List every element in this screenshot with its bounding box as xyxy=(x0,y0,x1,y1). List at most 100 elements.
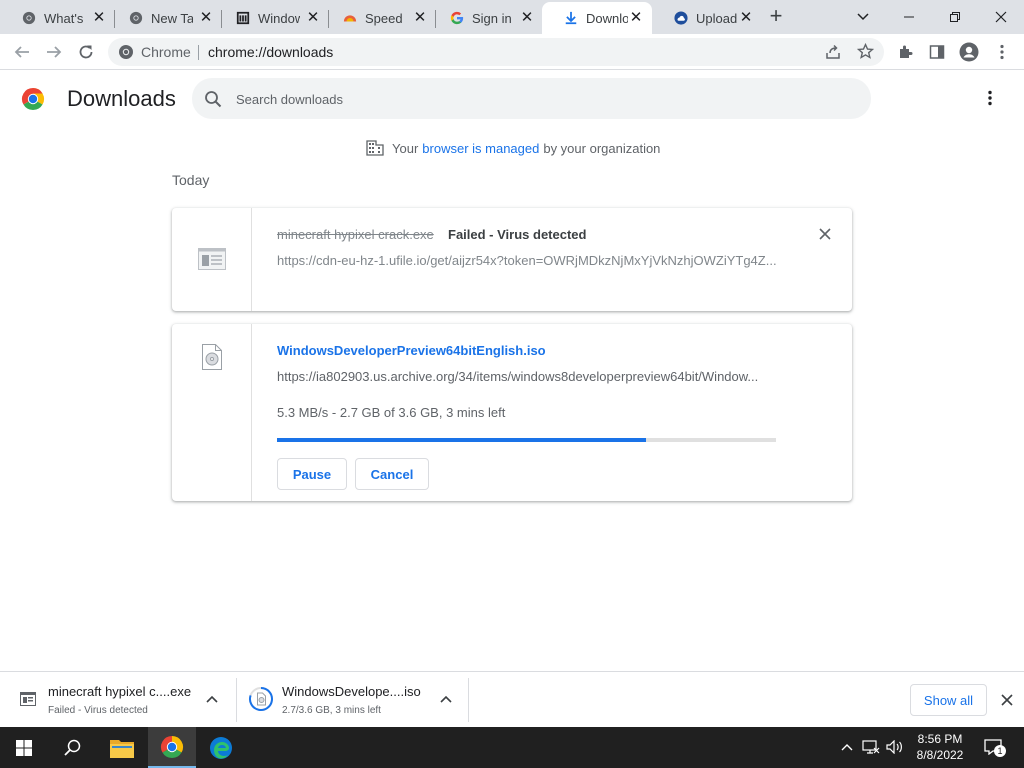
exe-file-icon xyxy=(20,692,36,706)
cancel-button[interactable]: Cancel xyxy=(355,458,429,490)
remove-from-list-button[interactable] xyxy=(817,226,833,242)
download-item-in-progress: WindowsDeveloperPreview64bitEnglish.iso … xyxy=(172,324,852,501)
download-item-failed: minecraft hypixel crack.exe Failed - Vir… xyxy=(172,208,852,311)
clock-time: 8:56 PM xyxy=(917,732,963,746)
google-icon xyxy=(450,11,464,25)
network-icon xyxy=(862,740,880,754)
address-bar[interactable]: Chrome chrome://downloads xyxy=(108,38,884,66)
shelf-separator xyxy=(468,678,469,722)
tab-new-tab[interactable]: New Tab ✕ xyxy=(107,2,222,34)
tab-title: New Tab xyxy=(151,10,193,26)
iso-file-icon xyxy=(202,344,222,370)
taskbar-file-explorer[interactable] xyxy=(98,727,146,768)
network-status[interactable] xyxy=(862,739,880,755)
building-icon xyxy=(366,140,384,156)
file-name: minecraft hypixel crack.exe xyxy=(277,227,434,242)
upload-icon xyxy=(674,11,688,25)
url-text[interactable]: chrome://downloads xyxy=(208,44,333,60)
back-button[interactable] xyxy=(10,40,34,64)
tab-title: Speed Dial xyxy=(365,10,407,26)
close-icon xyxy=(995,11,1007,23)
notification-center-button[interactable]: 1 xyxy=(984,739,1006,757)
search-icon xyxy=(63,739,80,756)
archive-icon xyxy=(236,11,250,25)
browser-toolbar: Chrome chrome://downloads xyxy=(0,34,1024,70)
extensions-button[interactable] xyxy=(894,40,918,64)
close-icon[interactable]: ✕ xyxy=(412,10,428,26)
close-icon[interactable]: ✕ xyxy=(628,10,644,26)
file-name-link[interactable]: WindowsDeveloperPreview64bitEnglish.iso xyxy=(277,343,546,358)
edge-icon xyxy=(210,736,232,759)
tab-title: Windows xyxy=(258,10,300,26)
tab-downloads[interactable]: Downloads ✕ xyxy=(542,2,652,34)
close-window-button[interactable] xyxy=(978,0,1024,34)
taskbar-edge[interactable] xyxy=(197,727,245,768)
volume-control[interactable] xyxy=(886,739,904,755)
folder-icon xyxy=(110,739,134,758)
shelf-item-in-progress[interactable]: WindowsDevelope....iso 2.7/3.6 GB, 3 min… xyxy=(236,678,468,722)
close-shelf-button[interactable] xyxy=(997,690,1017,710)
download-url[interactable]: https://ia802903.us.archive.org/34/items… xyxy=(277,369,777,384)
date-section-heading: Today xyxy=(172,172,210,188)
start-button[interactable] xyxy=(0,727,48,768)
browser-menu-button[interactable] xyxy=(990,40,1014,64)
show-all-button[interactable]: Show all xyxy=(910,684,987,716)
tab-title: Downloads xyxy=(586,10,628,26)
shelf-file-status: Failed - Virus detected xyxy=(48,705,148,716)
close-icon[interactable]: ✕ xyxy=(91,10,107,26)
shelf-item-failed[interactable]: minecraft hypixel c....exe Failed - Viru… xyxy=(0,678,236,722)
managed-suffix: by your organization xyxy=(543,140,661,156)
new-tab-button[interactable]: + xyxy=(765,5,787,28)
forward-button[interactable] xyxy=(42,40,66,64)
taskbar-search-button[interactable] xyxy=(48,727,96,768)
close-icon xyxy=(819,228,831,240)
minimize-button[interactable] xyxy=(886,0,932,34)
tab-speed-dial[interactable]: Speed Dial ✕ xyxy=(321,2,436,34)
managed-link[interactable]: browser is managed xyxy=(422,141,539,156)
side-panel-button[interactable] xyxy=(925,40,949,64)
chevron-down-icon xyxy=(857,13,869,21)
windows-logo-icon xyxy=(16,739,32,756)
side-panel-icon xyxy=(929,45,945,59)
search-icon xyxy=(205,91,222,108)
system-clock[interactable]: 8:56 PM 8/8/2022 xyxy=(908,731,972,763)
close-icon[interactable]: ✕ xyxy=(305,10,321,26)
chevron-up-icon[interactable] xyxy=(204,692,220,708)
more-vert-icon xyxy=(1000,44,1004,60)
close-icon[interactable]: ✕ xyxy=(198,10,214,26)
notification-count: 1 xyxy=(994,745,1006,757)
reload-button[interactable] xyxy=(74,40,98,64)
restore-icon xyxy=(950,12,960,22)
search-input[interactable] xyxy=(236,89,836,109)
restore-button[interactable] xyxy=(932,0,978,34)
tab-sign-in[interactable]: Sign in ✕ xyxy=(428,2,543,34)
tab-windows[interactable]: Windows ✕ xyxy=(214,2,329,34)
reload-icon xyxy=(79,45,93,59)
tab-strip: What's New ✕ New Tab ✕ Windows ✕ Speed D… xyxy=(0,0,1024,34)
show-hidden-icons-button[interactable] xyxy=(838,739,856,755)
star-icon[interactable] xyxy=(857,43,874,60)
page-title: Downloads xyxy=(67,86,176,111)
chevron-up-icon[interactable] xyxy=(438,692,454,708)
managed-notice: Your browser is managed by your organiza… xyxy=(366,140,660,156)
tab-upload[interactable]: Upload ✕ xyxy=(652,2,762,34)
download-shelf: minecraft hypixel c....exe Failed - Viru… xyxy=(0,671,1024,727)
pause-button[interactable]: Pause xyxy=(277,458,347,490)
omnibox-separator xyxy=(198,45,199,60)
file-icon-column xyxy=(172,208,252,311)
tab-search-button[interactable] xyxy=(840,0,886,34)
chrome-icon xyxy=(129,11,143,25)
close-icon[interactable]: ✕ xyxy=(519,10,535,26)
chrome-logo-icon xyxy=(160,735,184,758)
tab-whats-new[interactable]: What's New ✕ xyxy=(0,2,115,34)
arrow-right-icon xyxy=(47,46,62,58)
downloads-menu-button[interactable] xyxy=(980,88,1000,108)
profile-button[interactable] xyxy=(957,40,981,64)
close-icon[interactable]: ✕ xyxy=(738,10,754,26)
taskbar-chrome[interactable] xyxy=(148,727,196,768)
share-icon[interactable] xyxy=(825,44,841,60)
download-url[interactable]: https://cdn-eu-hz-1.ufile.io/get/aijzr54… xyxy=(277,253,777,268)
file-icon-column xyxy=(172,324,252,501)
download-icon xyxy=(565,11,577,25)
search-box[interactable] xyxy=(192,78,871,119)
